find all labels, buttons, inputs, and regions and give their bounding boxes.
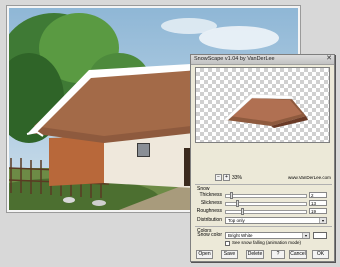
close-icon[interactable]: ✕ xyxy=(326,55,332,63)
zoom-bar: − + 33% www.VanDerLee.com xyxy=(195,174,332,182)
roughness-row: Roughness 19 xyxy=(195,208,332,215)
cancel-button[interactable]: Cancel xyxy=(289,250,307,259)
snow-color-label: Snow color xyxy=(197,232,222,238)
thickness-value[interactable]: 2 xyxy=(309,192,327,198)
chevron-down-icon: ▾ xyxy=(302,233,309,238)
thickness-slider[interactable] xyxy=(225,192,307,199)
slickness-row: Slickness 13 xyxy=(195,200,332,207)
distribution-label: Distribution xyxy=(196,217,222,223)
open-button[interactable]: Open xyxy=(196,250,213,259)
thickness-row: Thickness 2 xyxy=(195,192,332,199)
save-button[interactable]: Save xyxy=(221,250,238,259)
snow-color-value: Bright White xyxy=(228,233,253,238)
vendor-link[interactable]: www.VanDerLee.com xyxy=(288,175,331,180)
slickness-slider[interactable] xyxy=(225,200,307,207)
roughness-value[interactable]: 19 xyxy=(309,208,327,214)
ok-button[interactable]: OK xyxy=(312,250,329,259)
dialog-title: SnowScape v1.04 by VanDerLee xyxy=(194,56,275,62)
distribution-value: Top only xyxy=(228,218,245,223)
slickness-slider-thumb[interactable] xyxy=(236,200,239,207)
zoom-in-button[interactable]: + xyxy=(223,174,230,181)
snow-color-row: Snow color Bright White ▾ xyxy=(195,232,332,239)
preview-pane[interactable] xyxy=(195,67,330,143)
zoom-out-button[interactable]: − xyxy=(215,174,222,181)
snow-color-swatch[interactable] xyxy=(313,232,327,239)
animation-row: See snow falling (animation mode) xyxy=(195,240,332,247)
animation-checkbox[interactable] xyxy=(225,241,230,246)
chevron-down-icon: ▾ xyxy=(319,218,326,223)
snow-color-select[interactable]: Bright White ▾ xyxy=(225,232,310,239)
snowscape-dialog: SnowScape v1.04 by VanDerLee ✕ − + 33% w… xyxy=(190,54,335,262)
preview-roof-image xyxy=(223,93,308,128)
dialog-titlebar[interactable]: SnowScape v1.04 by VanDerLee ✕ xyxy=(191,55,334,65)
thickness-slider-thumb[interactable] xyxy=(229,192,233,199)
roughness-slider-thumb[interactable] xyxy=(240,208,244,215)
slickness-label: Slickness xyxy=(200,200,222,206)
roughness-slider[interactable] xyxy=(225,208,307,215)
delete-button[interactable]: Delete xyxy=(246,250,264,259)
thickness-label: Thickness xyxy=(199,192,222,198)
distribution-select[interactable]: Top only ▾ xyxy=(225,217,327,224)
help-button[interactable]: ? xyxy=(271,250,285,259)
distribution-row: Distribution Top only ▾ xyxy=(195,217,332,224)
roughness-label: Roughness xyxy=(196,208,222,214)
animation-label: See snow falling (animation mode) xyxy=(232,240,302,245)
zoom-level: 33% xyxy=(232,175,243,181)
slickness-value[interactable]: 13 xyxy=(309,200,327,206)
